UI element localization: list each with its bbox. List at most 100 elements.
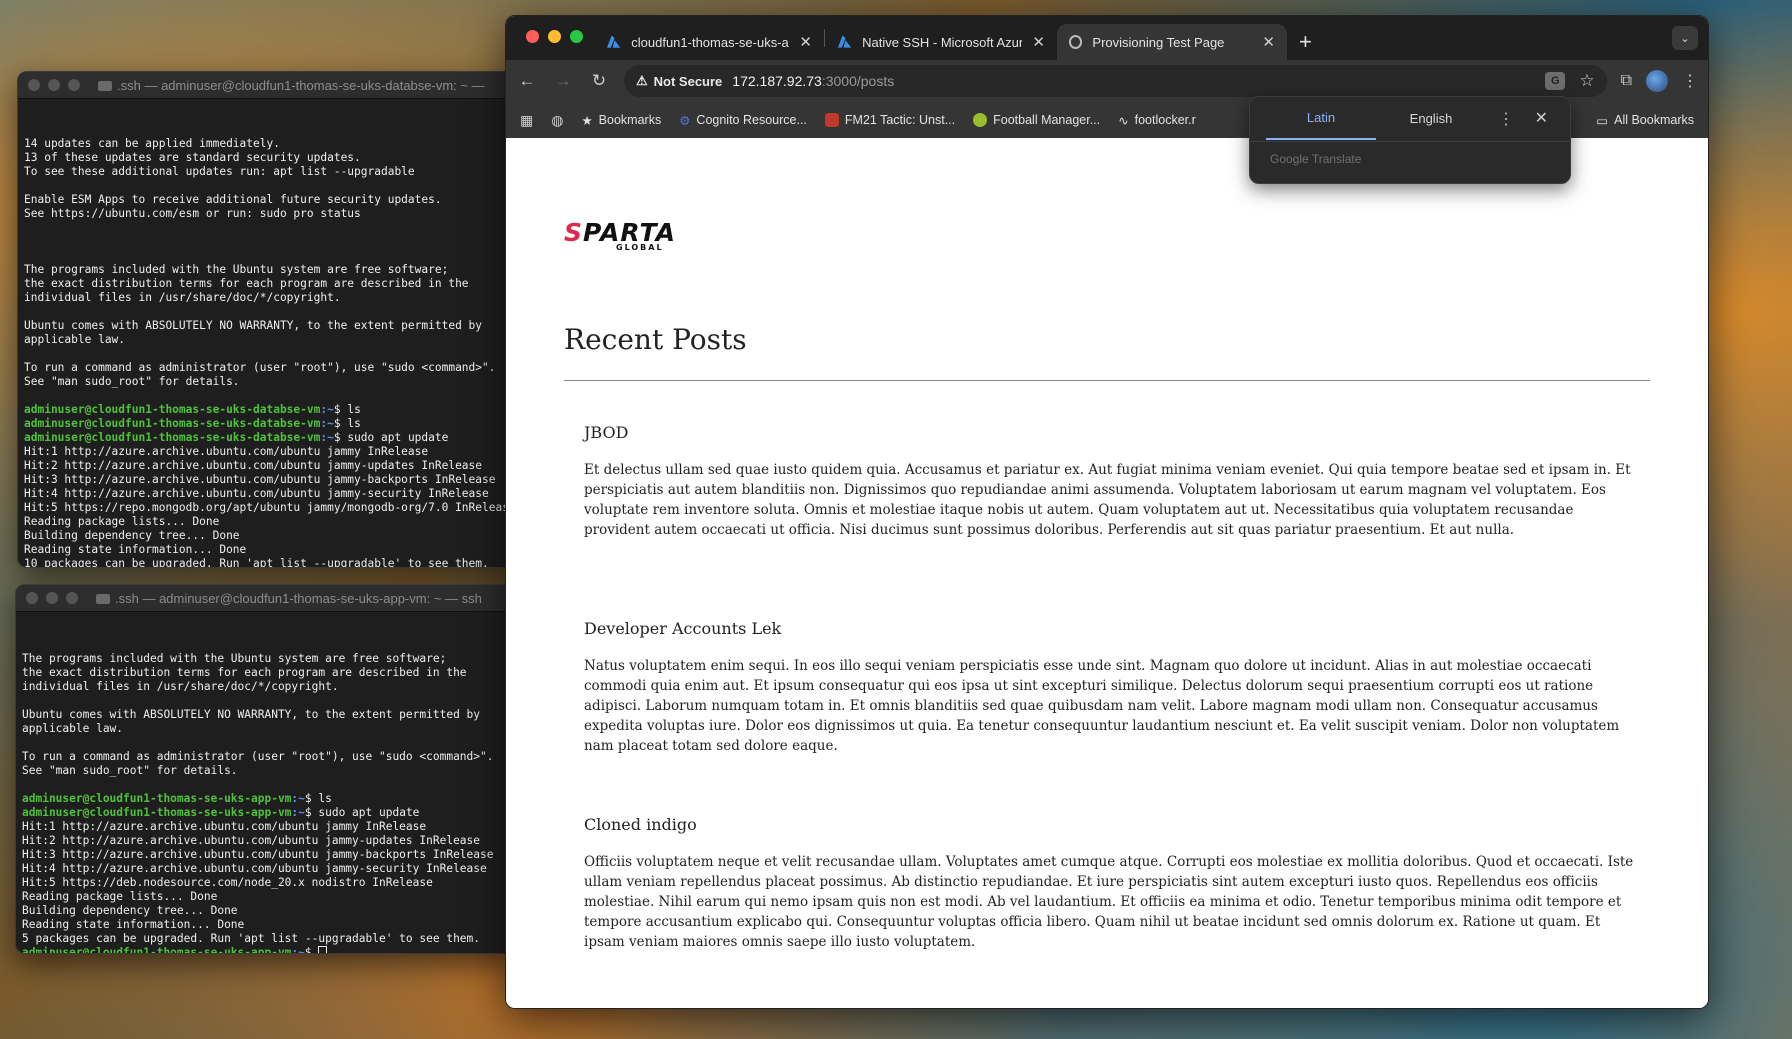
terminal-line: Hit:3 http://azure.archive.ubuntu.com/ub… xyxy=(24,473,496,486)
tab-native-ssh[interactable]: Native SSH - Microsoft Azure ✕ xyxy=(825,24,1057,60)
folder-icon: ▭ xyxy=(1596,113,1609,128)
terminal-line: Hit:2 http://azure.archive.ubuntu.com/ub… xyxy=(22,834,481,847)
terminal-title: .ssh — adminuser@cloudfun1-thomas-se-uks… xyxy=(96,591,482,606)
globe-icon xyxy=(1069,35,1083,49)
translate-icon[interactable]: G xyxy=(1545,72,1566,90)
terminal-prompt-line: adminuser@cloudfun1-thomas-se-uks-app-vm… xyxy=(22,946,510,954)
post-title: Cloned indigo xyxy=(584,815,697,834)
sparta-global-logo: SPARTA GLOBAL xyxy=(564,218,676,252)
divider xyxy=(564,380,1650,381)
bookmark-football-manager[interactable]: Football Manager... xyxy=(973,113,1100,127)
link-icon: ∿ xyxy=(1118,113,1129,128)
terminal-line: To run a command as administrator (user … xyxy=(22,750,494,763)
prompt-command: $ ls xyxy=(333,403,361,416)
zoom-window-button[interactable] xyxy=(570,30,583,43)
close-window-button[interactable] xyxy=(526,30,539,43)
shield-icon xyxy=(973,113,988,127)
terminal-line: Hit:2 http://azure.archive.ubuntu.com/ub… xyxy=(24,459,483,472)
back-button[interactable]: ← xyxy=(516,71,538,91)
tab-strip: cloudfun1-thomas-se-uks-ap ✕ Native SSH … xyxy=(506,16,1708,60)
prompt-path: :~ xyxy=(291,806,305,819)
terminal-line: Ubuntu comes with ABSOLUTELY NO WARRANTY… xyxy=(22,708,481,721)
post: Cloned indigo Officiis voluptatem neque … xyxy=(584,815,1636,952)
url-text[interactable]: 172.187.92.73:3000/posts xyxy=(732,73,894,89)
tab-search-button[interactable]: ⌄ xyxy=(1672,26,1698,50)
minimize-icon[interactable] xyxy=(48,79,60,91)
close-icon[interactable] xyxy=(28,79,40,91)
prompt-path: :~ xyxy=(320,417,334,430)
maximize-icon[interactable] xyxy=(68,79,80,91)
terminal-output[interactable]: The programs included with the Ubuntu sy… xyxy=(16,612,516,954)
bookmark-fm21[interactable]: FM21 Tactic: Unst... xyxy=(824,113,955,127)
terminal-output[interactable]: 14 updates can be applied immediately. 13… xyxy=(18,99,516,567)
terminal-line: Reading package lists... Done xyxy=(24,515,220,528)
close-tab-icon[interactable]: ✕ xyxy=(1262,33,1275,51)
post: JBOD Et delectus ullam sed quae iusto qu… xyxy=(584,423,1636,540)
tab-provisioning-test-page[interactable]: Provisioning Test Page ✕ xyxy=(1057,24,1287,60)
bookmark-bookmarks[interactable]: ★ Bookmarks xyxy=(581,113,661,128)
close-icon[interactable]: ✕ xyxy=(1535,108,1548,128)
translate-source-language[interactable]: Latin xyxy=(1266,98,1376,140)
prompt-command: $ xyxy=(304,946,319,954)
terminal-line: Hit:1 http://azure.archive.ubuntu.com/ub… xyxy=(22,820,427,833)
terminal-line: Hit:1 http://azure.archive.ubuntu.com/ub… xyxy=(24,445,429,458)
forward-button[interactable]: → xyxy=(552,71,574,91)
post-title: Developer Accounts Lek xyxy=(584,619,782,638)
terminal-window-database[interactable]: .ssh — adminuser@cloudfun1-thomas-se-uks… xyxy=(17,71,517,568)
close-icon[interactable] xyxy=(26,592,38,604)
more-menu-icon[interactable]: ⋮ xyxy=(1682,71,1698,91)
profile-avatar[interactable] xyxy=(1646,70,1668,92)
more-options-icon[interactable]: ⋮ xyxy=(1498,109,1514,129)
bookmark-star-icon[interactable]: ☆ xyxy=(1579,71,1594,91)
prompt-path: :~ xyxy=(291,946,305,954)
azure-icon xyxy=(606,35,621,48)
prompt-command: $ sudo apt update xyxy=(304,806,420,819)
address-bar[interactable]: ⚠ Not Secure 172.187.92.73:3000/posts G ☆ xyxy=(624,65,1607,97)
minimize-icon[interactable] xyxy=(46,592,58,604)
browser-window[interactable]: cloudfun1-thomas-se-uks-ap ✕ Native SSH … xyxy=(505,15,1709,1009)
bookmark-footlocker[interactable]: ∿ footlocker.r xyxy=(1118,113,1196,128)
globe-icon[interactable]: ◍ xyxy=(551,112,563,129)
close-tab-icon[interactable]: ✕ xyxy=(1032,33,1045,51)
prompt-path: :~ xyxy=(320,403,334,416)
apps-grid-icon[interactable]: ▦ xyxy=(520,112,533,129)
chevron-down-icon: ⌄ xyxy=(1680,32,1690,45)
translate-popup[interactable]: Latin English ⋮ ✕ Google Translate xyxy=(1249,96,1571,184)
terminal-line: See "man sudo_root" for details. xyxy=(22,764,238,777)
close-tab-icon[interactable]: ✕ xyxy=(799,33,812,51)
all-bookmarks[interactable]: ▭ All Bookmarks xyxy=(1596,113,1694,128)
terminal-window-app[interactable]: .ssh — adminuser@cloudfun1-thomas-se-uks… xyxy=(15,584,517,954)
post-title: JBOD xyxy=(584,423,629,442)
translate-target-language[interactable]: English xyxy=(1376,99,1486,139)
security-indicator[interactable]: ⚠ Not Secure xyxy=(636,73,722,89)
terminal-line: individual files in /usr/share/doc/*/cop… xyxy=(24,291,341,304)
prompt-user: adminuser@cloudfun1-thomas-se-uks-databs… xyxy=(24,403,321,416)
terminal-titlebar[interactable]: .ssh — adminuser@cloudfun1-thomas-se-uks… xyxy=(18,72,516,99)
new-tab-button[interactable]: + xyxy=(1287,24,1324,60)
prompt-user: adminuser@cloudfun1-thomas-se-uks-app-vm xyxy=(22,792,292,805)
terminal-line: Reading package lists... Done xyxy=(22,890,218,903)
maximize-icon[interactable] xyxy=(66,592,78,604)
bookmark-cognito[interactable]: ⚙ Cognito Resource... xyxy=(679,113,807,128)
terminal-titlebar[interactable]: .ssh — adminuser@cloudfun1-thomas-se-uks… xyxy=(16,585,516,612)
translate-footer: Google Translate xyxy=(1250,141,1570,176)
terminal-line: Building dependency tree... Done xyxy=(22,904,238,917)
extensions-icon[interactable]: ⧉ xyxy=(1621,72,1632,90)
post-body: Et delectus ullam sed quae iusto quidem … xyxy=(584,462,1631,538)
minimize-window-button[interactable] xyxy=(548,30,561,43)
folder-icon xyxy=(96,594,110,605)
prompt-user: adminuser@cloudfun1-thomas-se-uks-app-vm xyxy=(22,806,292,819)
terminal-line: Reading state information... Done xyxy=(22,918,245,931)
star-icon: ★ xyxy=(581,113,593,128)
tab-cloudfun1[interactable]: cloudfun1-thomas-se-uks-ap ✕ xyxy=(594,24,824,60)
terminal-line: applicable law. xyxy=(24,333,126,346)
terminal-prompt-line: adminuser@cloudfun1-thomas-se-uks-databs… xyxy=(24,403,510,417)
reload-button[interactable]: ↻ xyxy=(588,71,610,91)
